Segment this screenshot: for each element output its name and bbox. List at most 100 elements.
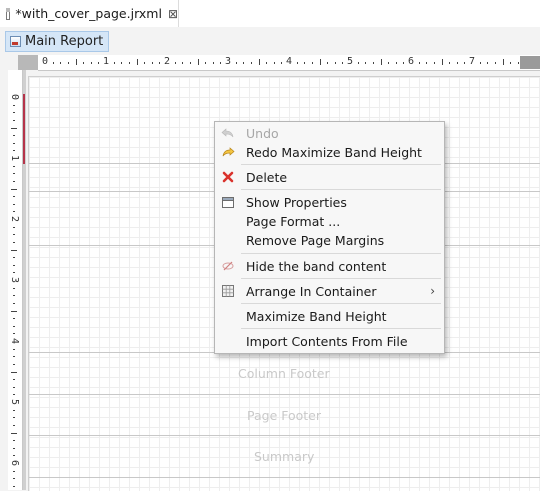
ruler-number: 7: [469, 56, 476, 67]
ruler-number: 3: [9, 276, 21, 284]
ruler-tick: [235, 62, 237, 64]
ruler-tick: [395, 62, 397, 64]
ruler-tick: [13, 150, 15, 152]
ruler-tick: [13, 455, 15, 457]
main-report-button[interactable]: Main Report: [5, 31, 110, 52]
ruler-tick: [13, 272, 15, 274]
band-label-summary: Summary: [254, 449, 315, 464]
ruler-tick: [243, 62, 245, 64]
ruler-tick: [296, 62, 298, 64]
ruler-tick: [220, 62, 222, 64]
ruler-tick: [403, 62, 405, 64]
ruler-end-marker: [520, 56, 540, 69]
menu-item-delete[interactable]: Delete: [216, 167, 443, 187]
ruler-tick: [13, 135, 15, 137]
ruler-tick: [52, 62, 54, 64]
menu-item-remove-page-margins[interactable]: Remove Page Margins: [216, 230, 443, 250]
redo-arrow-icon: [221, 145, 235, 159]
vertical-ruler[interactable]: 0 1 2 3 4 5 6: [8, 70, 23, 490]
ruler-tick: [13, 348, 15, 350]
menu-item-arrange-in-container[interactable]: Arrange In Container ›: [216, 281, 443, 301]
menu-item-page-format[interactable]: Page Format ...: [216, 211, 443, 231]
band-label-page-footer: Page Footer: [247, 408, 322, 423]
ruler-tick: [98, 62, 100, 64]
ruler-tick: [327, 62, 329, 64]
ruler-tick: [13, 417, 15, 419]
close-icon[interactable]: ⊠: [168, 8, 178, 20]
ruler-number: 1: [9, 154, 21, 162]
ruler-number: 5: [9, 398, 21, 406]
ruler-tick: [11, 249, 17, 251]
ruler-number: 3: [225, 56, 232, 67]
ruler-tick: [13, 211, 15, 213]
ruler-number: 6: [9, 459, 21, 467]
horizontal-ruler[interactable]: 012345678: [38, 55, 540, 71]
ruler-tick: [13, 142, 15, 144]
ruler-number: 0: [42, 56, 49, 67]
document-icon: [6, 7, 11, 20]
ruler-tick: [487, 62, 489, 64]
ruler-tick: [11, 371, 17, 373]
menu-separator: [241, 303, 441, 304]
ruler-tick: [380, 59, 382, 65]
ruler-tick: [13, 226, 15, 228]
menu-separator: [241, 189, 441, 190]
ruler-tick: [13, 386, 15, 388]
ruler-tick: [273, 62, 275, 64]
ruler-tick: [517, 62, 519, 64]
band-divider[interactable]: [29, 394, 540, 395]
ruler-number: 5: [347, 56, 354, 67]
ruler-tick: [60, 62, 62, 64]
ruler-tick: [13, 447, 15, 449]
menu-item-hide-band-content[interactable]: Hide the band content: [216, 256, 443, 276]
ruler-number: 4: [286, 56, 293, 67]
ruler-tick: [13, 257, 15, 259]
ruler-tick: [494, 62, 496, 64]
ruler-tick: [266, 62, 268, 64]
ruler-tick: [433, 62, 435, 64]
ruler-tick: [144, 62, 146, 64]
ruler-tick: [365, 62, 367, 64]
ruler-tick: [13, 333, 15, 335]
ruler-tick: [11, 432, 17, 434]
ruler-tick: [510, 62, 512, 64]
ruler-tick: [13, 104, 15, 106]
menu-item-import-contents[interactable]: Import Contents From File: [216, 331, 443, 351]
menu-item-show-properties[interactable]: Show Properties: [216, 192, 443, 212]
ruler-tick: [212, 62, 214, 64]
ruler-tick: [13, 302, 15, 304]
band-divider[interactable]: [29, 477, 540, 478]
menu-separator: [241, 278, 441, 279]
band-divider[interactable]: [29, 435, 540, 436]
chevron-right-icon: ›: [430, 284, 435, 298]
ruler-number: 4: [9, 337, 21, 345]
menu-separator: [241, 328, 441, 329]
ruler-tick: [159, 62, 161, 64]
ruler-tick: [334, 62, 336, 64]
ruler-tick: [13, 264, 15, 266]
delete-x-icon: [221, 170, 235, 184]
ruler-tick: [13, 485, 15, 487]
ruler-tick: [90, 62, 92, 64]
ruler-tick: [357, 62, 359, 64]
ruler-corner: [18, 55, 38, 70]
menu-item-label: Hide the band content: [246, 258, 387, 274]
ruler-tick: [319, 59, 321, 65]
menu-item-redo[interactable]: Redo Maximize Band Height: [216, 142, 443, 162]
grid-icon: [221, 284, 235, 298]
ruler-tick: [13, 173, 15, 175]
ruler-tick: [13, 470, 15, 472]
ruler-tick: [197, 59, 199, 65]
editor-tab[interactable]: *with_cover_page.jrxml ⊠: [0, 0, 179, 27]
menu-item-undo[interactable]: Undo: [216, 123, 443, 143]
ruler-tick: [151, 62, 153, 64]
ruler-number: 2: [9, 215, 21, 223]
menu-item-maximize-band-height[interactable]: Maximize Band Height: [216, 306, 443, 326]
menu-item-label: Maximize Band Height: [246, 308, 387, 324]
ruler-tick: [456, 62, 458, 64]
menu-item-label: Remove Page Margins: [246, 232, 385, 248]
ruler-tick: [13, 318, 15, 320]
ruler-tick: [372, 62, 374, 64]
ruler-tick: [388, 62, 390, 64]
ruler-tick: [11, 310, 17, 312]
